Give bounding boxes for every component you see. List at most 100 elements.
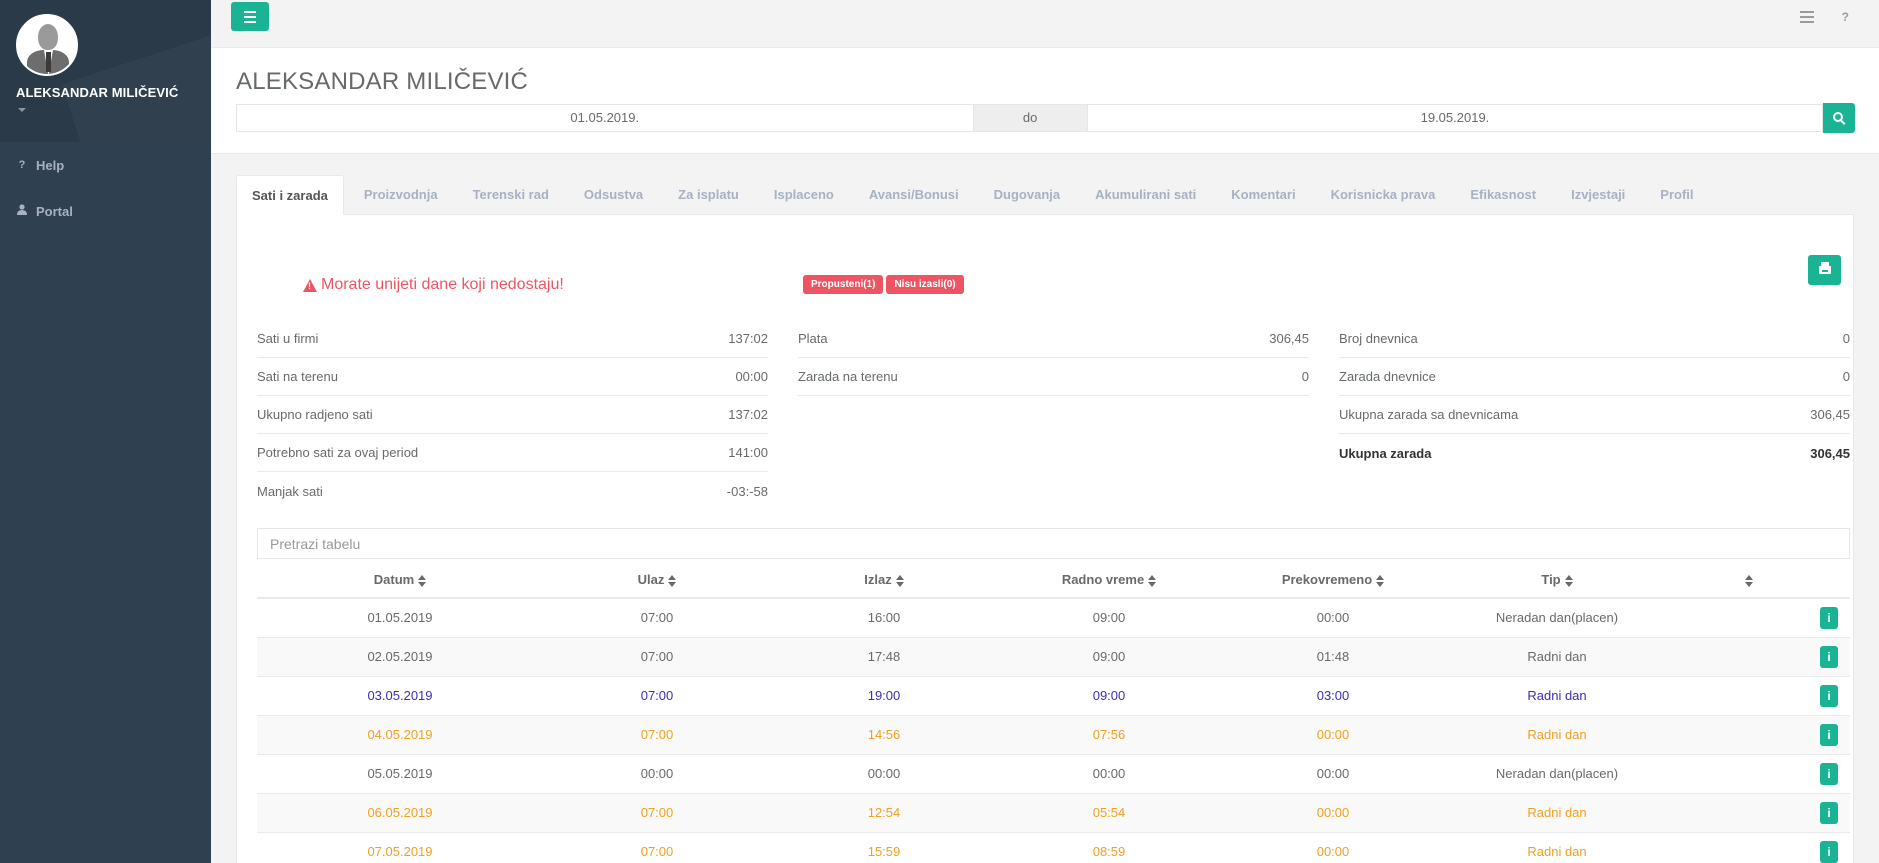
print-icon <box>1818 262 1831 274</box>
cell-actions: i <box>1669 714 1850 754</box>
cell-datum: 03.05.2019 <box>257 675 543 715</box>
column-header-label: Izlaz <box>864 572 892 587</box>
info-button[interactable]: i <box>1820 840 1838 863</box>
cell-actions: i <box>1669 675 1850 715</box>
column-header-tip[interactable]: Tip <box>1445 562 1669 599</box>
tab-akumulirani-sati[interactable]: Akumulirani sati <box>1080 175 1211 214</box>
column-header-ulaz[interactable]: Ulaz <box>543 562 771 599</box>
cell-tip: Radni dan <box>1445 831 1669 863</box>
attendance-table: Datum Ulaz Izlaz Radno vreme Prekovremen… <box>257 562 1850 863</box>
caret-down-icon[interactable] <box>18 108 26 112</box>
sidebar-item-help[interactable]: ? Help <box>0 142 211 188</box>
tab-terenski-rad[interactable]: Terenski rad <box>458 175 564 214</box>
cell-prekovremeno: 01:48 <box>1221 636 1445 676</box>
sort-icon <box>668 574 677 587</box>
column-header-prekovremeno[interactable]: Prekovremeno <box>1221 562 1445 599</box>
print-button[interactable] <box>1808 255 1841 285</box>
sidebar: ALEKSANDAR MILIČEVIĆ ? Help Portal <box>0 0 211 863</box>
stat-value: 137:02 <box>728 407 768 422</box>
cell-actions: i <box>1669 831 1850 863</box>
badge-propusteni[interactable]: Propusteni(1) <box>803 275 884 294</box>
cell-prekovremeno: 03:00 <box>1221 675 1445 715</box>
stat-value: 0 <box>1842 369 1850 384</box>
info-icon: i <box>1827 649 1831 664</box>
column-header-izlaz[interactable]: Izlaz <box>771 562 997 599</box>
table-row: 01.05.2019 07:00 16:00 09:00 00:00 Neradan da… <box>257 597 1850 637</box>
table-search-input[interactable] <box>257 528 1850 559</box>
sort-icon <box>1376 574 1385 587</box>
stat-row: Potrebno sati za ovaj period 141:00 <box>257 434 768 472</box>
sort-icon <box>418 574 427 587</box>
cell-izlaz: 16:00 <box>771 597 997 637</box>
stats-column-salary: Plata 306,45 Zarada na terenu 0 <box>798 320 1309 510</box>
stat-row: Manjak sati -03:-58 <box>257 472 768 510</box>
tab-dugovanja[interactable]: Dugovanja <box>979 175 1075 214</box>
tab-avansi-bonusi[interactable]: Avansi/Bonusi <box>854 175 974 214</box>
column-header-actions[interactable] <box>1669 562 1850 599</box>
badge-nisu-izasli[interactable]: Nisu izasli(0) <box>886 275 964 294</box>
profile-name[interactable]: ALEKSANDAR MILIČEVIĆ <box>16 85 211 100</box>
stat-value: 306,45 <box>1810 445 1850 461</box>
info-button[interactable]: i <box>1820 723 1838 746</box>
info-button[interactable]: i <box>1820 801 1838 824</box>
column-header-label: Ulaz <box>637 572 665 587</box>
cell-datum: 02.05.2019 <box>257 636 543 676</box>
column-header-datum[interactable]: Datum <box>257 562 543 599</box>
cell-actions: i <box>1669 792 1850 832</box>
cell-datum: 06.05.2019 <box>257 792 543 832</box>
table-row: 05.05.2019 00:00 00:00 00:00 00:00 Neradan da… <box>257 753 1850 793</box>
stat-value: 0 <box>1842 331 1850 346</box>
info-button[interactable]: i <box>1820 606 1838 629</box>
tab-komentari[interactable]: Komentari <box>1216 175 1310 214</box>
cell-prekovremeno: 00:00 <box>1221 597 1445 637</box>
table-row: 03.05.2019 07:00 19:00 09:00 03:00 Radni dan i <box>257 675 1850 715</box>
list-icon[interactable] <box>1799 11 1814 23</box>
avatar[interactable] <box>16 14 78 76</box>
stat-label: Zarada dnevnice <box>1339 369 1436 384</box>
help-icon[interactable]: ? <box>1842 10 1849 24</box>
info-icon: i <box>1827 805 1831 820</box>
stats-column-hours: Sati u firmi 137:02 Sati na terenu 00:00 U… <box>257 320 768 510</box>
tab-izvjestaji[interactable]: Izvjestaji <box>1556 175 1640 214</box>
menu-toggle-button[interactable] <box>231 2 269 31</box>
cell-ulaz: 07:00 <box>543 714 771 754</box>
cell-datum: 05.05.2019 <box>257 753 543 793</box>
tab-korisnicka-prava[interactable]: Korisnicka prava <box>1316 175 1451 214</box>
cell-ulaz: 07:00 <box>543 792 771 832</box>
tab-efikasnost[interactable]: Efikasnost <box>1455 175 1551 214</box>
tab-proizvodnja[interactable]: Proizvodnja <box>349 175 453 214</box>
cell-actions: i <box>1669 753 1850 793</box>
column-header-label: Tip <box>1541 572 1561 587</box>
tab-isplaceno[interactable]: Isplaceno <box>759 175 849 214</box>
missing-days-warning: Morate unijeti dane koji nedostaju! <box>303 276 564 294</box>
table-row: 04.05.2019 07:00 14:56 07:56 00:00 Radni dan i <box>257 714 1850 754</box>
search-button[interactable] <box>1823 103 1855 133</box>
stat-row: Ukupna zarada sa dnevnicama 306,45 <box>1339 396 1850 434</box>
tab-sati-i-zarada[interactable]: Sati i zarada <box>236 175 344 216</box>
date-to-input[interactable]: 19.05.2019. <box>1086 104 1824 132</box>
cell-datum: 01.05.2019 <box>257 597 543 637</box>
question-icon: ? <box>18 159 26 171</box>
info-button[interactable]: i <box>1820 645 1838 668</box>
cell-ulaz: 07:00 <box>543 831 771 863</box>
stat-label: Sati na terenu <box>257 369 338 384</box>
tab-odsustva[interactable]: Odsustva <box>569 175 658 214</box>
cell-izlaz: 17:48 <box>771 636 997 676</box>
stat-row-total: Ukupna zarada 306,45 <box>1339 434 1850 472</box>
warning-icon <box>303 278 317 292</box>
main-content: Sati i zarada Proizvodnja Terenski rad O… <box>236 175 1854 863</box>
stat-label: Ukupno radjeno sati <box>257 407 373 422</box>
tabs: Sati i zarada Proizvodnja Terenski rad O… <box>236 175 1854 216</box>
stats-column-per-diem: Broj dnevnica 0 Zarada dnevnice 0 Ukupna z… <box>1339 320 1850 510</box>
stat-label: Sati u firmi <box>257 331 319 346</box>
info-button[interactable]: i <box>1820 684 1838 707</box>
cell-prekovremeno: 00:00 <box>1221 831 1445 863</box>
info-icon: i <box>1827 844 1831 859</box>
table-row: 07.05.2019 07:00 15:59 08:59 00:00 Radni dan i <box>257 831 1850 863</box>
sidebar-item-portal[interactable]: Portal <box>0 188 211 234</box>
tab-za-isplatu[interactable]: Za isplatu <box>663 175 754 214</box>
info-button[interactable]: i <box>1820 762 1838 785</box>
tab-profil[interactable]: Profil <box>1645 175 1708 214</box>
column-header-radno-vreme[interactable]: Radno vreme <box>997 562 1221 599</box>
date-from-input[interactable]: 01.05.2019. <box>236 104 974 132</box>
